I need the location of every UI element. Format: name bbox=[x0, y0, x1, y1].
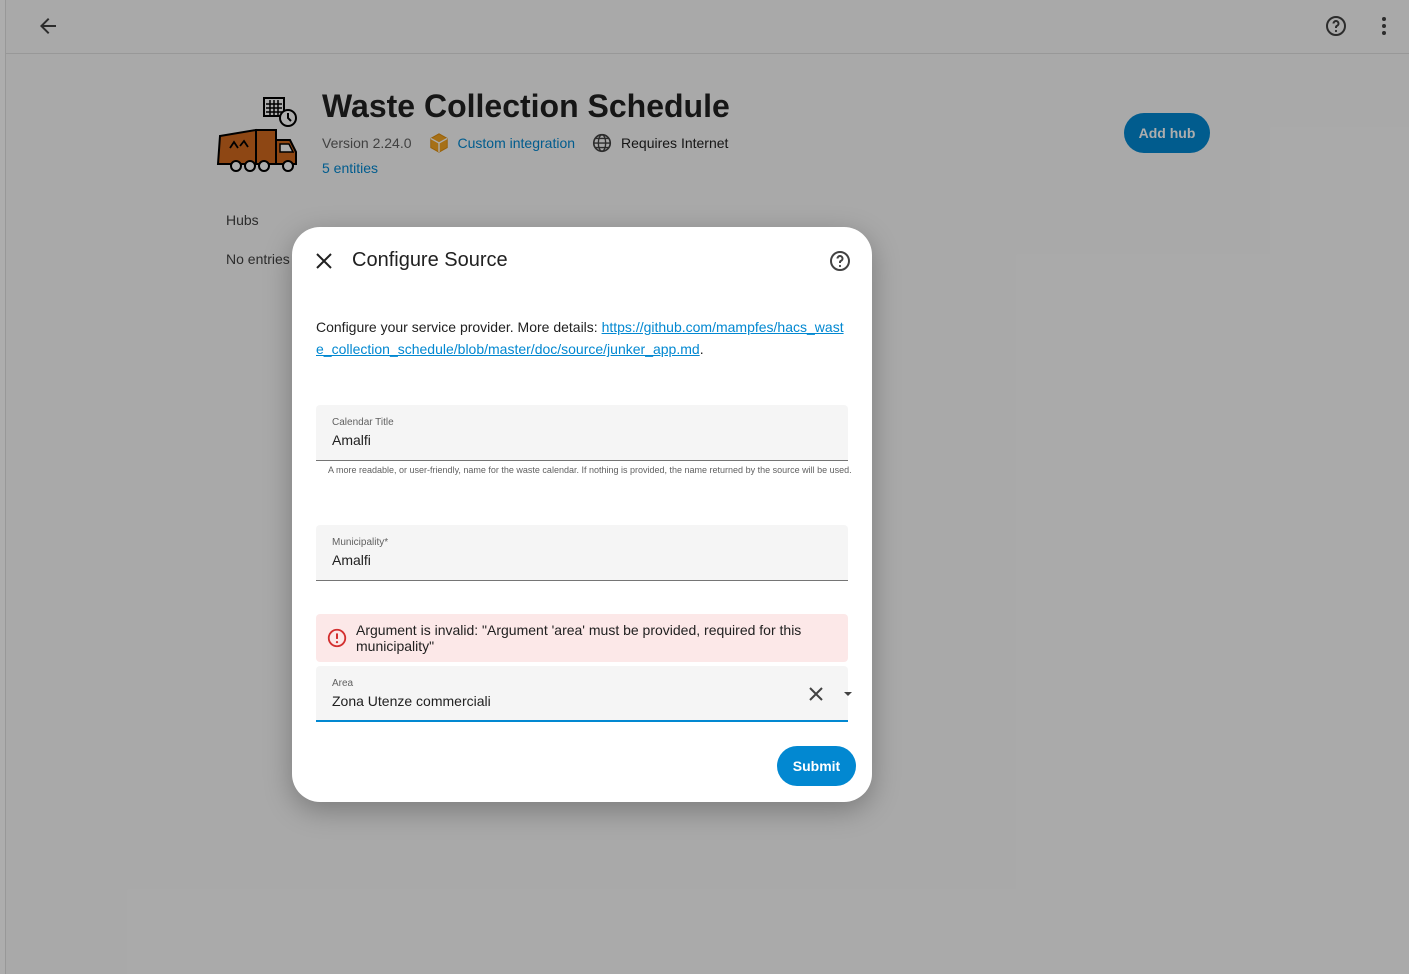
municipality-label: Municipality* bbox=[332, 537, 389, 548]
description-text: Configure your service provider. More de… bbox=[316, 319, 602, 335]
error-message: Argument is invalid: "Argument 'area' mu… bbox=[356, 622, 802, 654]
dialog-description: Configure your service provider. More de… bbox=[316, 316, 850, 360]
area-input[interactable] bbox=[332, 693, 772, 709]
alert-circle-icon bbox=[327, 628, 347, 648]
area-dropdown-button[interactable] bbox=[828, 674, 868, 714]
municipality-input[interactable] bbox=[332, 552, 772, 568]
configure-source-dialog: Configure Source Configure your service … bbox=[292, 227, 872, 802]
dialog-help-button[interactable] bbox=[820, 241, 860, 281]
close-icon bbox=[316, 253, 332, 269]
area-label: Area bbox=[332, 678, 354, 689]
calendar-title-helper: A more readable, or user-friendly, name … bbox=[328, 465, 852, 475]
municipality-field[interactable]: Municipality* bbox=[316, 525, 848, 581]
menu-down-icon bbox=[844, 692, 852, 696]
calendar-title-input[interactable] bbox=[332, 432, 772, 448]
calendar-title-field[interactable]: Calendar Title bbox=[316, 405, 848, 461]
calendar-title-label: Calendar Title bbox=[332, 417, 394, 428]
close-icon bbox=[809, 687, 823, 701]
help-circle-icon bbox=[830, 251, 850, 271]
description-period: . bbox=[699, 341, 704, 357]
close-button[interactable] bbox=[304, 241, 344, 281]
dialog-title: Configure Source bbox=[352, 249, 508, 271]
submit-button[interactable]: Submit bbox=[777, 746, 856, 786]
area-select-field[interactable]: Area bbox=[316, 666, 852, 722]
error-alert: Argument is invalid: "Argument 'area' mu… bbox=[316, 614, 848, 662]
